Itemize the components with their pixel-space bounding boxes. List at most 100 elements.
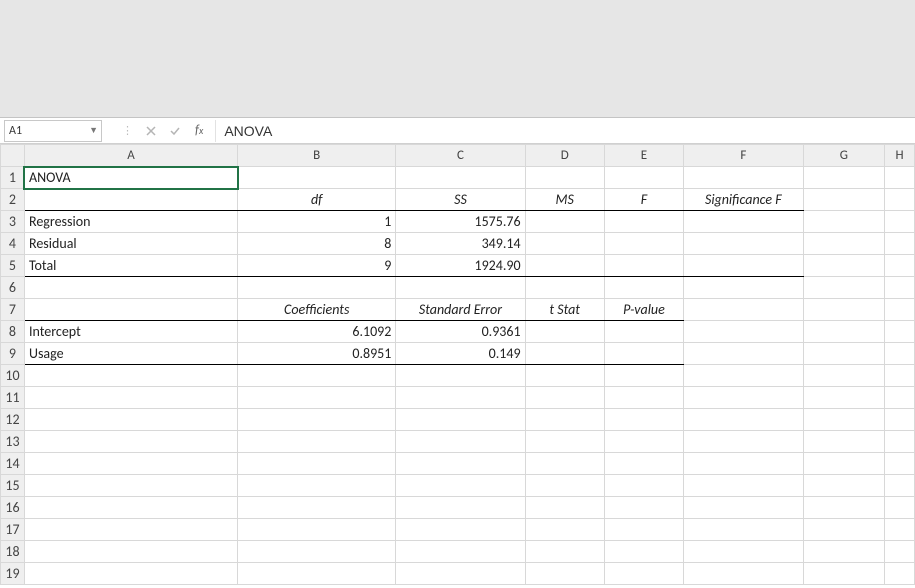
cell-H15[interactable] (885, 475, 915, 497)
name-box[interactable]: A1 ▼ (4, 120, 102, 142)
cell-A17[interactable] (24, 519, 237, 541)
cell-B2[interactable]: df (238, 189, 396, 211)
cell-F6[interactable] (684, 277, 803, 299)
cell-C8[interactable]: 0.9361 (396, 321, 525, 343)
cell-D17[interactable] (525, 519, 604, 541)
cell-E13[interactable] (604, 431, 683, 453)
cell-A11[interactable] (24, 387, 237, 409)
cell-H17[interactable] (885, 519, 915, 541)
cell-H19[interactable] (885, 563, 915, 585)
cell-C2[interactable]: SS (396, 189, 525, 211)
row-header-19[interactable]: 19 (1, 563, 25, 585)
cell-F1[interactable] (684, 167, 803, 189)
cell-G15[interactable] (803, 475, 885, 497)
cell-A18[interactable] (24, 541, 237, 563)
cell-G14[interactable] (803, 453, 885, 475)
cell-G11[interactable] (803, 387, 885, 409)
cell-G9[interactable] (803, 343, 885, 365)
cell-H18[interactable] (885, 541, 915, 563)
cell-D3[interactable] (525, 211, 604, 233)
cell-B11[interactable] (238, 387, 396, 409)
cell-C14[interactable] (396, 453, 525, 475)
cell-A12[interactable] (24, 409, 237, 431)
cell-F3[interactable] (684, 211, 803, 233)
cell-A3[interactable]: Regression (24, 211, 237, 233)
cell-D1[interactable] (525, 167, 604, 189)
cell-E12[interactable] (604, 409, 683, 431)
cell-C16[interactable] (396, 497, 525, 519)
cell-D9[interactable] (525, 343, 604, 365)
cell-D14[interactable] (525, 453, 604, 475)
cell-D18[interactable] (525, 541, 604, 563)
cell-D16[interactable] (525, 497, 604, 519)
cell-D8[interactable] (525, 321, 604, 343)
cell-F19[interactable] (684, 563, 803, 585)
cell-A15[interactable] (24, 475, 237, 497)
cell-C12[interactable] (396, 409, 525, 431)
cell-B7[interactable]: Coefficients (238, 299, 396, 321)
cell-E14[interactable] (604, 453, 683, 475)
cell-H9[interactable] (885, 343, 915, 365)
cell-A10[interactable] (24, 365, 237, 387)
col-header-D[interactable]: D (525, 145, 604, 167)
row-header-8[interactable]: 8 (1, 321, 25, 343)
row-header-4[interactable]: 4 (1, 233, 25, 255)
cell-F15[interactable] (684, 475, 803, 497)
cell-E9[interactable] (604, 343, 683, 365)
cell-F18[interactable] (684, 541, 803, 563)
cell-G4[interactable] (803, 233, 885, 255)
cell-B3[interactable]: 1 (238, 211, 396, 233)
cell-D5[interactable] (525, 255, 604, 277)
row-header-7[interactable]: 7 (1, 299, 25, 321)
cell-G3[interactable] (803, 211, 885, 233)
cell-C11[interactable] (396, 387, 525, 409)
row-header-6[interactable]: 6 (1, 277, 25, 299)
cell-C1[interactable] (396, 167, 525, 189)
cell-F4[interactable] (684, 233, 803, 255)
cell-A4[interactable]: Residual (24, 233, 237, 255)
cell-F7[interactable] (684, 299, 803, 321)
cell-F10[interactable] (684, 365, 803, 387)
fx-icon[interactable]: fx (193, 123, 209, 138)
cell-G8[interactable] (803, 321, 885, 343)
cell-B13[interactable] (238, 431, 396, 453)
cell-A1[interactable]: ANOVA (24, 167, 237, 189)
cell-B6[interactable] (238, 277, 396, 299)
cell-H16[interactable] (885, 497, 915, 519)
cell-C18[interactable] (396, 541, 525, 563)
cell-E4[interactable] (604, 233, 683, 255)
row-header-10[interactable]: 10 (1, 365, 25, 387)
cell-B4[interactable]: 8 (238, 233, 396, 255)
cell-D6[interactable] (525, 277, 604, 299)
cell-F17[interactable] (684, 519, 803, 541)
cell-B14[interactable] (238, 453, 396, 475)
cell-A9[interactable]: Usage (24, 343, 237, 365)
cell-G12[interactable] (803, 409, 885, 431)
cell-B16[interactable] (238, 497, 396, 519)
row-header-5[interactable]: 5 (1, 255, 25, 277)
row-header-3[interactable]: 3 (1, 211, 25, 233)
col-header-C[interactable]: C (396, 145, 525, 167)
cell-B17[interactable] (238, 519, 396, 541)
cell-H6[interactable] (885, 277, 915, 299)
cell-H12[interactable] (885, 409, 915, 431)
cell-H10[interactable] (885, 365, 915, 387)
cell-H14[interactable] (885, 453, 915, 475)
cell-E5[interactable] (604, 255, 683, 277)
cell-C10[interactable] (396, 365, 525, 387)
cell-E18[interactable] (604, 541, 683, 563)
cell-A8[interactable]: Intercept (24, 321, 237, 343)
formula-input[interactable] (215, 120, 915, 142)
cell-A19[interactable] (24, 563, 237, 585)
cell-F2[interactable]: Significance F (684, 189, 803, 211)
cell-H7[interactable] (885, 299, 915, 321)
cell-A7[interactable] (24, 299, 237, 321)
cell-G10[interactable] (803, 365, 885, 387)
cell-E8[interactable] (604, 321, 683, 343)
row-header-14[interactable]: 14 (1, 453, 25, 475)
col-header-H[interactable]: H (885, 145, 915, 167)
cell-E6[interactable] (604, 277, 683, 299)
cell-D12[interactable] (525, 409, 604, 431)
cell-A2[interactable] (24, 189, 237, 211)
cancel-icon[interactable] (145, 125, 157, 137)
